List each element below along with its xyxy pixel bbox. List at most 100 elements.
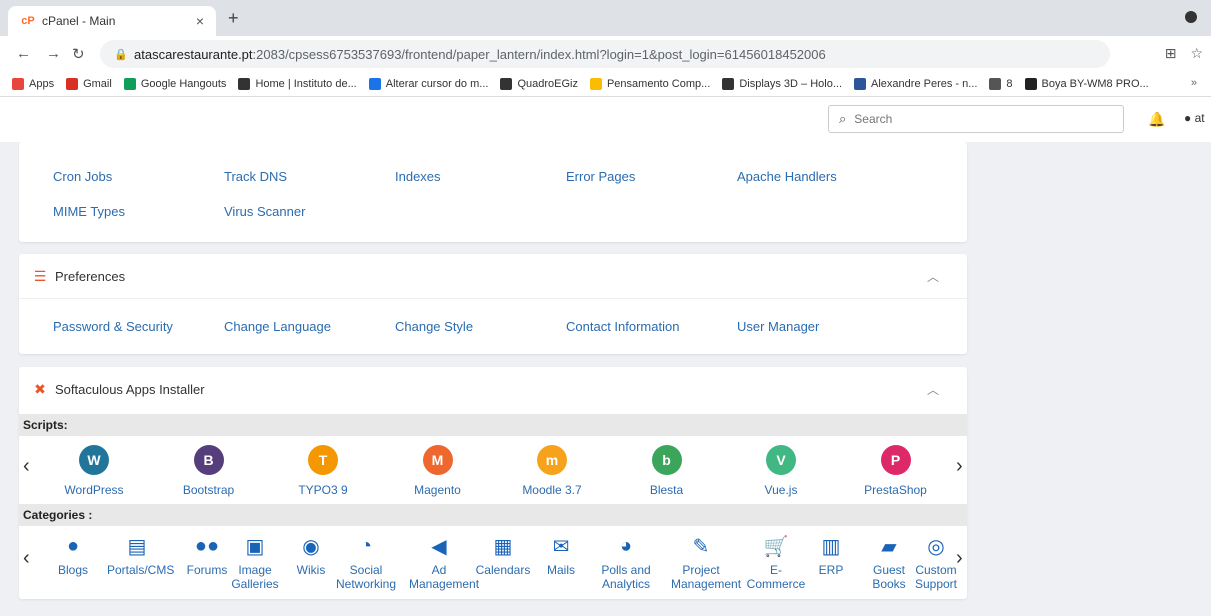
category-name: Polls and Analytics xyxy=(601,563,651,591)
preferences-header[interactable]: ☰ Preferences ︿ xyxy=(19,254,967,299)
address-bar[interactable]: 🔒 atascarestaurante.pt:2083/cpsess675353… xyxy=(100,40,1110,68)
bookmark-item[interactable]: Pensamento Comp... xyxy=(589,78,710,90)
script-item[interactable]: b Blesta xyxy=(617,445,717,497)
preferences-link[interactable]: User Manager xyxy=(737,319,908,334)
bar-chart-icon: ▥ xyxy=(821,535,841,558)
star-icon[interactable]: ☆ xyxy=(1190,45,1203,62)
book-icon: ▰ xyxy=(881,535,897,558)
lock-icon: 🔒 xyxy=(114,49,128,61)
image-icon: ▣ xyxy=(245,535,265,558)
chrome-profile-icon[interactable] xyxy=(1185,11,1197,23)
category-name: E-Commerce xyxy=(746,563,806,591)
script-item[interactable]: M Magento xyxy=(388,445,488,497)
cpanel-favicon-icon: cP xyxy=(21,15,35,27)
script-item[interactable]: T TYPO3 9 xyxy=(273,445,373,497)
script-name: Blesta xyxy=(649,483,684,497)
bookmark-item[interactable]: Google Hangouts xyxy=(123,78,226,90)
bookmark-item[interactable]: 8 xyxy=(989,78,1013,90)
script-item[interactable]: B Bootstrap xyxy=(159,445,259,497)
category-name: Image Galleries xyxy=(231,563,279,591)
preferences-link[interactable]: Change Style xyxy=(395,319,566,334)
url-path: :2083/cpsess6753537693/frontend/paper_la… xyxy=(252,46,826,62)
user-icon: ● xyxy=(66,534,80,557)
translate-icon[interactable]: ⊞ xyxy=(1165,45,1177,62)
magento-icon: M xyxy=(422,445,453,475)
advanced-link[interactable]: Virus Scanner xyxy=(224,204,395,219)
preferences-link[interactable]: Change Language xyxy=(224,319,395,334)
main-content: Cron Jobs Track DNS Indexes Error Pages Apac… xyxy=(0,142,1211,616)
preferences-link[interactable]: Contact Information xyxy=(566,319,737,334)
bookmarks-more-icon[interactable]: » xyxy=(1191,77,1197,89)
bookmark-item[interactable]: Gmail xyxy=(66,78,112,90)
advanced-link[interactable]: Apache Handlers xyxy=(737,169,908,184)
category-name: ERP xyxy=(818,563,844,577)
category-item[interactable]: ▣ Image Galleries xyxy=(225,533,285,592)
bookmark-item[interactable]: Apps xyxy=(12,78,54,90)
user-menu[interactable]: ● at xyxy=(1184,111,1205,125)
bookmark-label: Home | Instituto de... xyxy=(255,78,357,90)
bookmark-label: Alexandre Peres - n... xyxy=(871,78,978,90)
search-box[interactable]: ⌕ xyxy=(828,105,1124,133)
category-item[interactable]: ● Blogs xyxy=(43,533,103,578)
script-item[interactable]: P PrestaShop xyxy=(846,445,946,497)
reload-icon[interactable]: ↻ xyxy=(72,45,85,63)
cart-icon: 🛒 xyxy=(763,535,789,558)
mail-icon: ✉ xyxy=(552,535,570,558)
bookmark-label: Alterar cursor do m... xyxy=(385,78,489,90)
categories-prev-arrow-icon[interactable]: ‹ xyxy=(23,547,30,570)
category-item[interactable]: ◕ Polls and Analytics xyxy=(596,533,656,592)
script-item[interactable]: V Vue.js xyxy=(731,445,831,497)
category-item[interactable]: ◔ Social Networking xyxy=(336,533,396,592)
category-item[interactable]: ▥ ERP xyxy=(801,533,861,578)
bookmark-favicon-icon xyxy=(238,78,251,90)
category-item[interactable]: ◉ Wikis xyxy=(281,533,341,578)
bookmark-favicon-icon xyxy=(1024,78,1037,90)
list-icon: ▤ xyxy=(127,535,147,558)
browser-tab[interactable]: cP cPanel - Main × xyxy=(8,6,216,36)
script-name: Magento xyxy=(414,483,461,497)
typo3-icon: T xyxy=(308,445,338,475)
new-tab-button[interactable]: + xyxy=(228,8,239,29)
advanced-link[interactable]: MIME Types xyxy=(53,204,224,219)
chevron-up-icon[interactable]: ︿ xyxy=(927,381,939,398)
chevron-up-icon[interactable]: ︿ xyxy=(927,268,939,285)
category-item[interactable]: 🛒 E-Commerce xyxy=(746,533,806,592)
lifebuoy-icon: ◎ xyxy=(927,535,945,558)
bookmark-item[interactable]: Displays 3D – Holo... xyxy=(722,78,842,90)
scripts-prev-arrow-icon[interactable]: ‹ xyxy=(23,455,30,478)
advanced-link[interactable]: Indexes xyxy=(395,169,566,184)
softaculous-header[interactable]: ✖ Softaculous Apps Installer ︿ xyxy=(19,367,967,411)
blesta-icon: b xyxy=(651,445,682,475)
category-item[interactable]: ◎ Custom Support xyxy=(906,533,966,592)
bookmark-item[interactable]: QuadroEGiz xyxy=(500,78,578,90)
pie-chart-icon: ◕ xyxy=(619,534,633,557)
category-name: Calendars xyxy=(475,563,531,577)
close-tab-icon[interactable]: × xyxy=(190,13,210,29)
bookmark-item[interactable]: Alexandre Peres - n... xyxy=(854,78,977,90)
bookmark-item[interactable]: Boya BY-WM8 PRO... xyxy=(1024,78,1149,90)
script-item[interactable]: m Moodle 3.7 xyxy=(502,445,602,497)
preferences-link[interactable]: Password & Security xyxy=(53,319,224,334)
script-item[interactable]: W WordPress xyxy=(44,445,144,497)
category-item[interactable]: ▦ Calendars xyxy=(473,533,533,578)
forward-icon[interactable]: → xyxy=(46,45,61,62)
advanced-link[interactable]: Error Pages xyxy=(566,169,737,184)
category-item[interactable]: ✎ Project Management xyxy=(671,533,741,592)
category-item[interactable]: ▤ Portals/CMS xyxy=(107,533,174,578)
bell-icon[interactable]: 🔔 xyxy=(1148,111,1165,128)
advanced-link[interactable]: Track DNS xyxy=(224,169,395,184)
scripts-next-arrow-icon[interactable]: › xyxy=(956,455,963,478)
bookmark-item[interactable]: Alterar cursor do m... xyxy=(368,78,489,90)
category-name: Wikis xyxy=(296,563,326,577)
bookmark-favicon-icon xyxy=(123,78,136,90)
prestashop-icon: P xyxy=(880,445,911,475)
advanced-links: Cron Jobs Track DNS Indexes Error Pages Apac… xyxy=(53,169,908,219)
category-item[interactable]: ◀ Ad Management xyxy=(409,533,479,592)
advanced-link[interactable]: Cron Jobs xyxy=(53,169,224,184)
tab-title: cPanel - Main xyxy=(42,14,116,28)
browser-toolbar: ← → ↻ 🔒 atascarestaurante.pt:2083/cpsess… xyxy=(0,36,1211,72)
back-icon[interactable]: ← xyxy=(16,45,31,62)
category-item[interactable]: ✉ Mails xyxy=(531,533,591,578)
bookmark-item[interactable]: Home | Instituto de... xyxy=(238,78,357,90)
search-input[interactable] xyxy=(852,111,1097,127)
